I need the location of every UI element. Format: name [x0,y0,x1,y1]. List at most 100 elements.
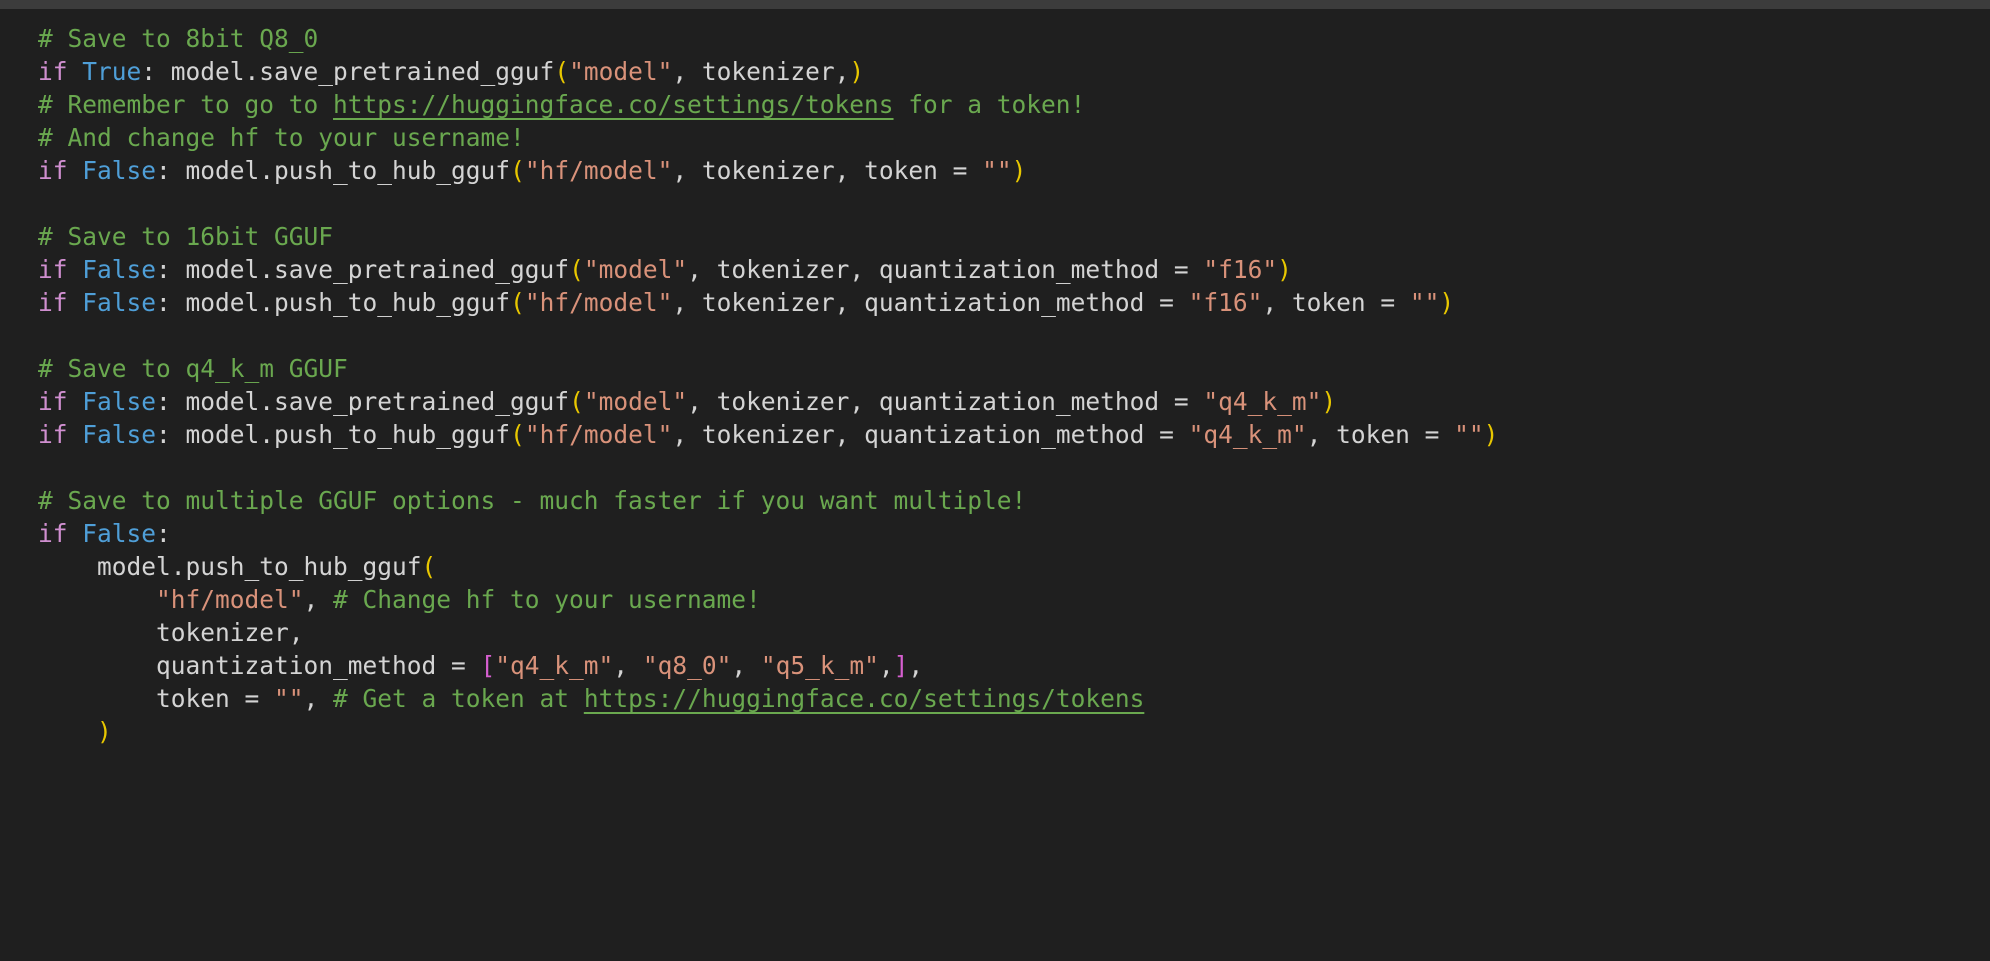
code-token-kw: if [38,387,68,416]
code-token-kw: if [38,156,68,185]
code-token-plain: model.push_to_hub_gguf [38,552,422,581]
code-line: if True: model.save_pretrained_gguf("mod… [38,55,1498,88]
code-token-com: # Save to q4_k_m GGUF [38,354,348,383]
code-token-str: "hf/model" [524,156,673,185]
code-line: if False: model.save_pretrained_gguf("mo… [38,253,1498,286]
code-cell-surface[interactable]: # Save to 8bit Q8_0 if True: model.save_p… [0,9,1990,961]
code-token-plain: : model.push_to_hub_gguf [156,288,511,317]
code-editor-window: # Save to 8bit Q8_0 if True: model.save_p… [0,0,1990,961]
code-token-paren: ) [1277,255,1292,284]
code-token-str: "" [1409,288,1440,317]
code-token-str: "model" [583,387,688,416]
code-token-paren: ( [510,156,525,185]
code-token-kw: if [38,288,68,317]
code-token-plain: tokenizer, [38,618,304,647]
code-line: tokenizer, [38,616,1498,649]
code-token-com: # Save to multiple GGUF options - much f… [38,486,1027,515]
code-token-brack: [ [480,651,496,680]
code-token-plain: , [908,651,924,680]
code-token-kw: if [38,57,68,86]
code-token-paren: ( [554,57,570,86]
code-token-com: # Get a token at [333,684,584,713]
code-token-com: # Remember to go to [38,90,334,119]
window-top-bar [0,0,1990,9]
code-token-plain: token = [38,684,275,713]
code-token-bool: False [82,387,157,416]
code-token-str: "model" [583,255,688,284]
code-line: if False: model.push_to_hub_gguf("hf/mod… [38,286,1498,319]
code-token-str: "" [1454,420,1484,449]
code-token-plain: , tokenizer, quantization_method = [687,255,1204,284]
code-token-plain: quantization_method = [38,651,481,680]
code-token-plain: : model.save_pretrained_gguf [141,57,555,86]
code-token-com: # Save to 16bit GGUF [38,222,334,251]
code-line: if False: model.save_pretrained_gguf("mo… [38,385,1498,418]
code-link[interactable]: https://huggingface.co/settings/tokens [333,90,894,119]
code-token-paren: ) [1321,387,1337,416]
code-token-paren: ) [1439,288,1455,317]
code-token-plain: : model.push_to_hub_gguf [156,420,511,449]
code-token-plain: , [303,684,334,713]
code-token-plain: , [878,651,894,680]
code-line: # And change hf to your username! [38,121,1498,154]
code-token-str: "q4_k_m" [1188,420,1307,449]
code-token-paren: ( [510,420,525,449]
code-token-str: "f16" [1188,288,1263,317]
code-link[interactable]: https://huggingface.co/settings/tokens [584,684,1145,713]
code-token-str: "q5_k_m" [760,651,879,680]
code-line: if False: [38,517,1498,550]
code-line: # Save to 16bit GGUF [38,220,1498,253]
code-token-paren: ) [1483,420,1499,449]
code-token-kw: if [38,519,68,548]
code-token-com: for a token! [893,90,1086,119]
code-token-paren: ( [569,255,584,284]
code-line: "hf/model", # Change hf to your username… [38,583,1498,616]
code-token-paren: ( [569,387,584,416]
code-token-plain: , [303,585,334,614]
code-token-plain: , token = [1262,288,1410,317]
code-token-plain: , tokenizer, quantization_method = [672,288,1189,317]
code-token-str: "f16" [1203,255,1278,284]
code-token-brack: ] [893,651,909,680]
code-token-plain: : model.push_to_hub_gguf [156,156,511,185]
code-line: if False: model.push_to_hub_gguf("hf/mod… [38,418,1498,451]
code-token-bool: False [82,156,157,185]
code-line: # Save to q4_k_m GGUF [38,352,1498,385]
code-token-str: "q8_0" [642,651,732,680]
python-code-block[interactable]: # Save to 8bit Q8_0 if True: model.save_p… [38,22,1498,748]
code-line: model.push_to_hub_gguf( [38,550,1498,583]
code-token-paren: ) [97,717,112,746]
code-token-bool: False [82,288,157,317]
code-token-com: # And change hf to your username! [38,123,525,152]
code-token-plain: : model.save_pretrained_gguf [156,255,570,284]
code-token-bool: False [82,420,157,449]
code-token-paren: ) [1011,156,1027,185]
code-token-str: "q4_k_m" [1203,387,1322,416]
code-token-plain: , tokenizer, [672,57,850,86]
code-token-paren: ( [421,552,437,581]
code-line: token = "", # Get a token at https://hug… [38,682,1498,715]
code-line: quantization_method = ["q4_k_m", "q8_0",… [38,649,1498,682]
code-token-str: "" [274,684,304,713]
code-token-plain: , tokenizer, quantization_method = [687,387,1204,416]
code-token-plain: , tokenizer, token = [672,156,983,185]
code-token-bool: False [82,255,157,284]
code-token-com: # Save to 8bit Q8_0 [38,24,319,53]
code-token-plain: : [156,519,171,548]
code-line: # Save to 8bit Q8_0 [38,22,1498,55]
code-line: # Remember to go to https://huggingface.… [38,88,1498,121]
code-token-com: # Change hf to your username! [333,585,761,614]
code-token-str: "model" [569,57,673,86]
code-token-plain: : model.save_pretrained_gguf [156,387,570,416]
code-line: # Save to multiple GGUF options - much f… [38,484,1498,517]
code-token-str: "hf/model" [524,420,673,449]
